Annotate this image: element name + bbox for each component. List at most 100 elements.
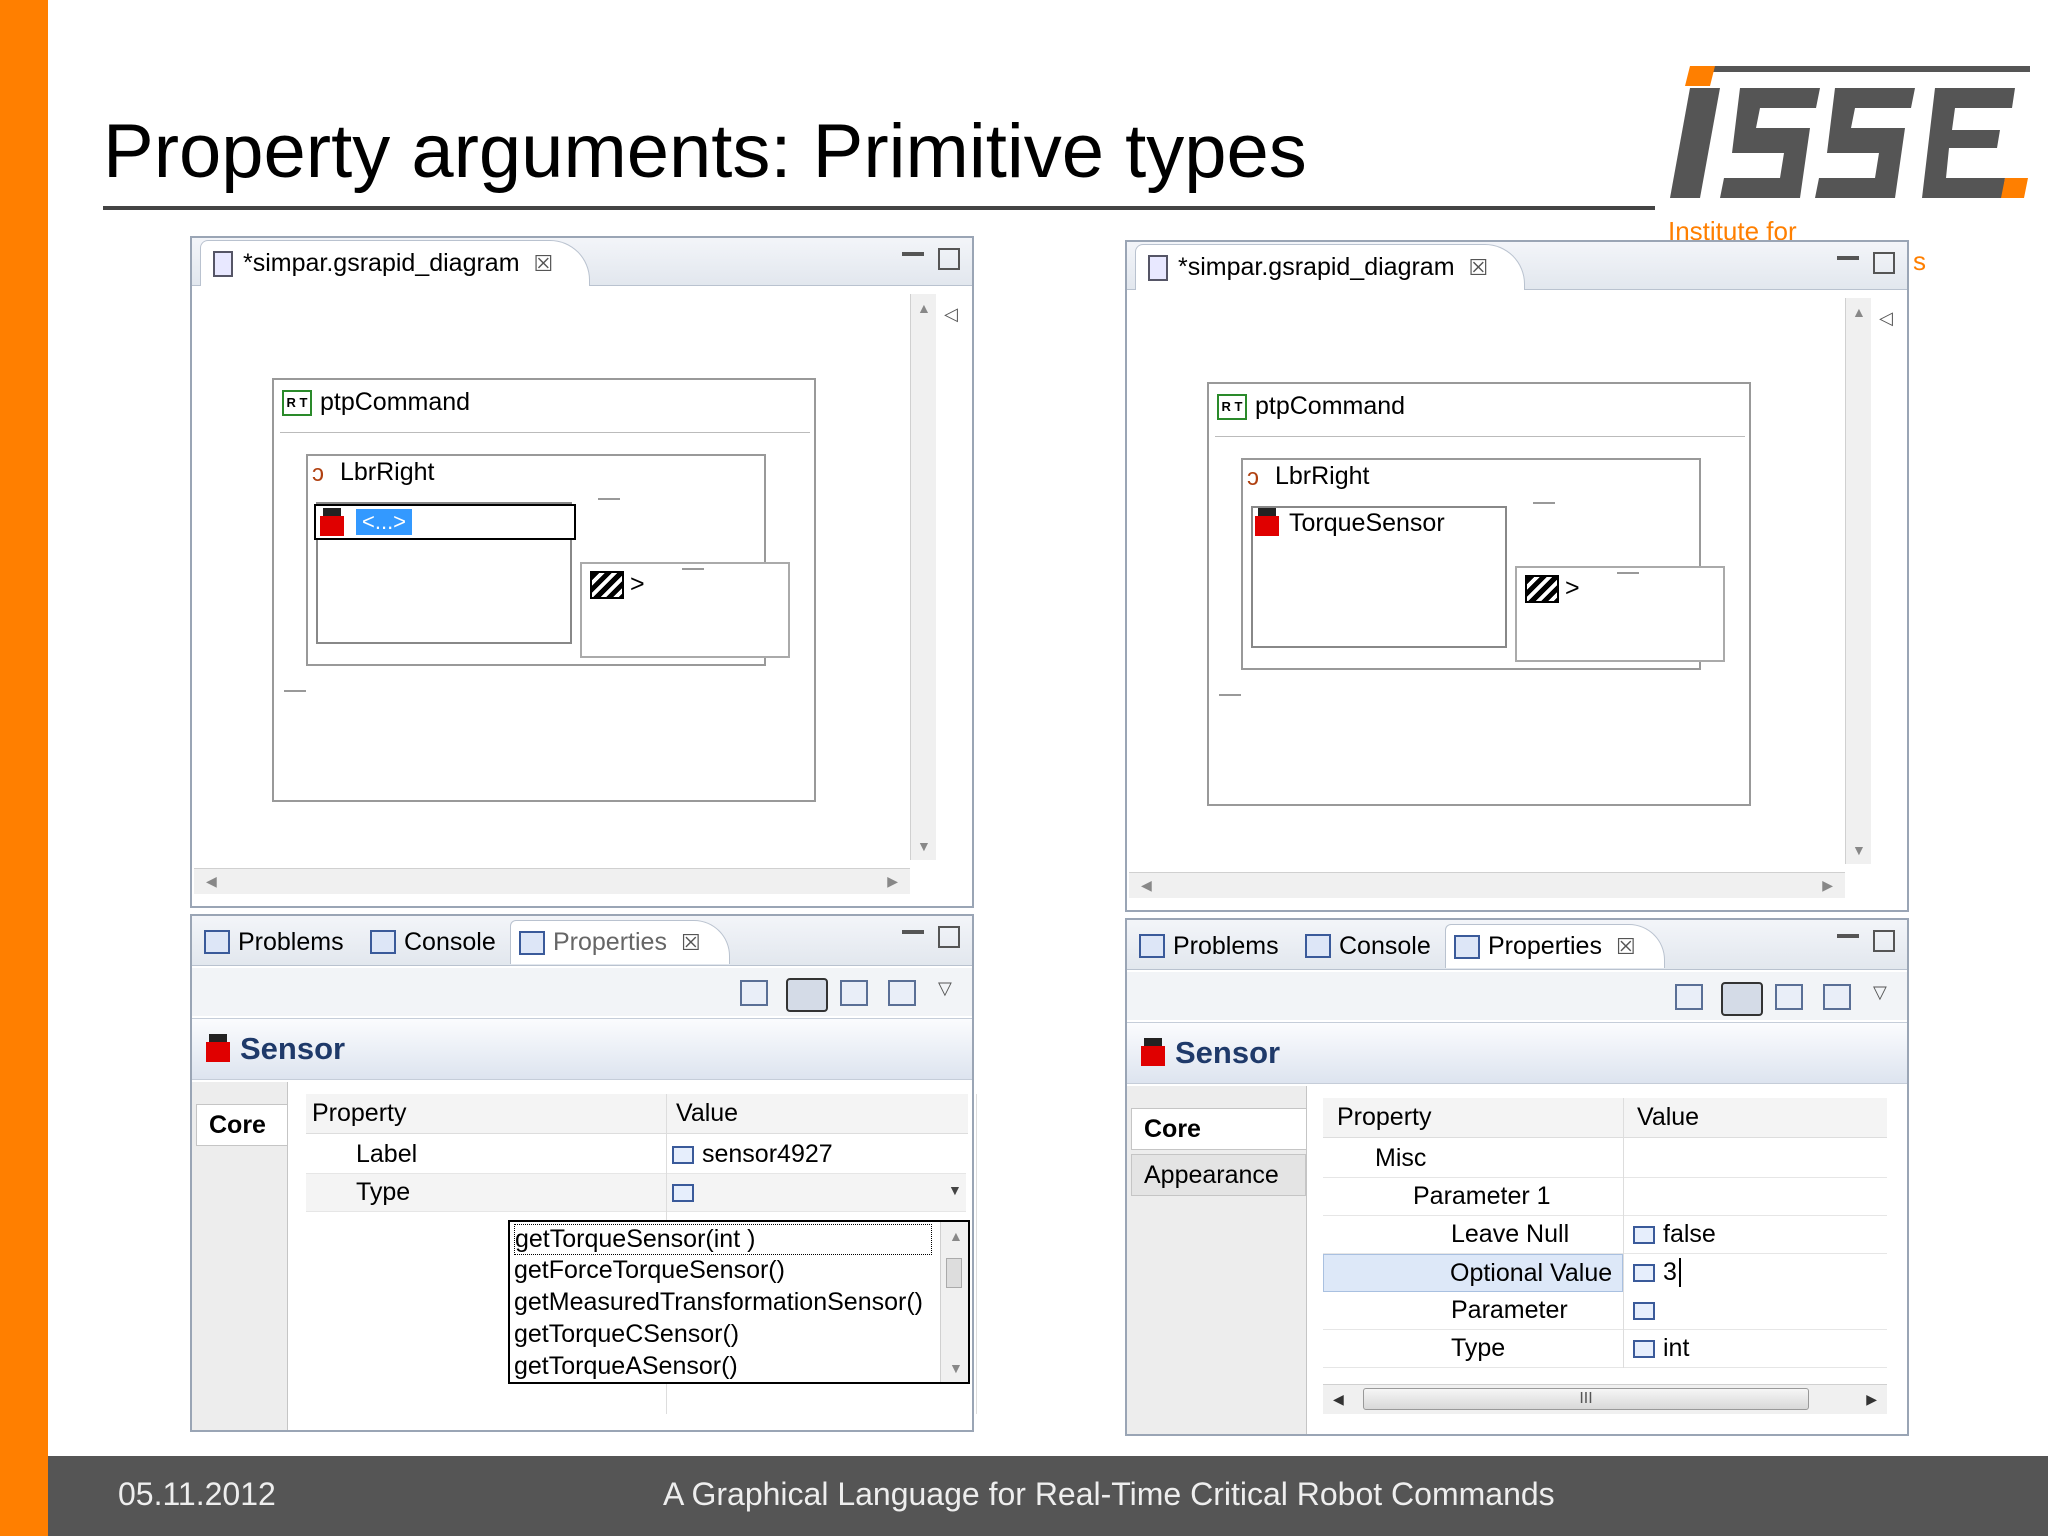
scroll-down-icon[interactable]: ▼: [949, 1360, 963, 1376]
lbr-right-label: ↄ LbrRight: [1247, 462, 1370, 491]
left-editor-vscroll[interactable]: ▲ ▼: [910, 294, 936, 860]
tab-console[interactable]: Console: [1297, 924, 1439, 968]
rt-icon: R T: [282, 389, 312, 416]
maximize-icon[interactable]: [938, 248, 960, 270]
dropdown-item[interactable]: getForceTorqueSensor(): [514, 1256, 785, 1285]
connector-dash: [598, 498, 620, 500]
left-editor-tabbar: *simpar.gsrapid_diagram ☒: [192, 238, 972, 286]
palette-collapse-icon[interactable]: ◁: [944, 304, 958, 325]
scroll-left-icon[interactable]: ◀: [1141, 877, 1152, 894]
maximize-icon[interactable]: [1873, 252, 1895, 274]
close-icon[interactable]: ☒: [1616, 934, 1636, 960]
scroll-up-icon[interactable]: ▲: [949, 1228, 963, 1244]
type-dropdown-list[interactable]: getTorqueSensor(int ) getForceTorqueSens…: [508, 1220, 970, 1384]
scroll-thumb[interactable]: [946, 1258, 962, 1288]
scroll-thumb[interactable]: III: [1363, 1388, 1809, 1410]
right-properties-header: Sensor: [1127, 1022, 1907, 1084]
pin-icon[interactable]: [1675, 984, 1703, 1010]
side-tab-appearance[interactable]: Appearance: [1131, 1154, 1306, 1196]
table-row[interactable]: Parameter 1: [1323, 1178, 1887, 1216]
ptp-command-node[interactable]: R T ptpCommand ↄ LbrRight <...> >: [272, 378, 816, 802]
scroll-right-icon[interactable]: ▶: [887, 873, 898, 890]
show-advanced-icon[interactable]: [1775, 984, 1803, 1010]
dropdown-item[interactable]: getTorqueASensor(): [514, 1352, 738, 1381]
dropdown-item[interactable]: getMeasuredTransformationSensor(): [514, 1288, 923, 1317]
properties-title: Sensor: [1139, 1035, 1280, 1071]
action-node[interactable]: >: [1515, 566, 1725, 662]
properties-hscroll[interactable]: ◀ III ▶: [1323, 1384, 1887, 1414]
scroll-up-icon[interactable]: ▲: [1852, 304, 1866, 320]
table-row[interactable]: Type ▼: [306, 1174, 966, 1212]
left-editor-hscroll[interactable]: ◀ ▶: [194, 868, 910, 894]
scroll-left-icon[interactable]: ◀: [206, 873, 217, 890]
side-tab-core[interactable]: Core: [1131, 1108, 1306, 1150]
right-editor-hscroll[interactable]: ◀ ▶: [1129, 872, 1845, 898]
view-menu-icon[interactable]: ▽: [1873, 982, 1887, 1003]
minimize-icon[interactable]: [902, 930, 924, 934]
pin-icon[interactable]: [740, 980, 768, 1006]
restore-default-icon[interactable]: [1823, 984, 1851, 1010]
dropdown-scrollbar[interactable]: ▲ ▼: [940, 1222, 968, 1382]
tab-console[interactable]: Console: [362, 920, 504, 964]
right-editor-vscroll[interactable]: ▲ ▼: [1845, 298, 1871, 864]
scroll-down-icon[interactable]: ▼: [917, 838, 931, 854]
scroll-right-icon[interactable]: ▶: [1866, 1391, 1877, 1408]
lbr-right-node[interactable]: ↄ LbrRight <...> >: [306, 454, 790, 666]
view-menu-icon[interactable]: ▽: [938, 978, 952, 999]
left-properties-sidebar: Core: [192, 1082, 288, 1430]
left-editor-tab[interactable]: *simpar.gsrapid_diagram ☒: [200, 240, 590, 286]
show-categories-icon[interactable]: [1721, 982, 1763, 1016]
table-row[interactable]: Type int: [1323, 1330, 1887, 1368]
scroll-up-icon[interactable]: ▲: [917, 300, 931, 316]
side-tab-core[interactable]: Core: [196, 1104, 287, 1146]
action-node[interactable]: >: [580, 562, 790, 658]
grid-header-value: Value: [1623, 1098, 1887, 1138]
connector-dash-3: [1219, 694, 1241, 696]
dropdown-item[interactable]: getTorqueCSensor(): [514, 1320, 739, 1349]
close-icon[interactable]: ☒: [681, 930, 701, 956]
torque-sensor-node[interactable]: TorqueSensor: [1251, 506, 1507, 648]
tab-properties[interactable]: Properties ☒: [510, 920, 730, 964]
table-row[interactable]: Misc: [1323, 1140, 1887, 1178]
lbr-right-node[interactable]: ↄ LbrRight TorqueSensor >: [1241, 458, 1725, 670]
close-icon[interactable]: ☒: [534, 251, 554, 277]
palette-collapse-icon[interactable]: ◁: [1879, 308, 1893, 329]
row-value[interactable]: [672, 1183, 702, 1202]
dropdown-item-selected[interactable]: getTorqueSensor(int ): [514, 1224, 932, 1255]
maximize-icon[interactable]: [938, 926, 960, 948]
sensor-edit-box[interactable]: <...>: [314, 504, 576, 540]
slide-title: Property arguments: Primitive types: [103, 109, 1307, 194]
table-row[interactable]: Label sensor4927: [306, 1136, 966, 1174]
scroll-down-icon[interactable]: ▼: [1852, 842, 1866, 858]
minimize-icon[interactable]: [902, 252, 924, 256]
minimize-icon[interactable]: [1837, 256, 1859, 260]
sensor-edit-text[interactable]: <...>: [356, 509, 413, 535]
scroll-right-icon[interactable]: ▶: [1822, 877, 1833, 894]
show-categories-icon[interactable]: [786, 978, 828, 1012]
table-row[interactable]: Leave Null false: [1323, 1216, 1887, 1254]
connector-dash: [1533, 502, 1555, 504]
table-row-selected[interactable]: Optional Value: [1323, 1254, 1623, 1292]
sensor-node[interactable]: <...>: [314, 502, 576, 644]
tab-properties[interactable]: Properties ☒: [1445, 924, 1665, 968]
scroll-left-icon[interactable]: ◀: [1333, 1391, 1344, 1408]
optional-value-editor[interactable]: 3: [1633, 1258, 1681, 1287]
text-value-icon: [1633, 1301, 1655, 1320]
restore-default-icon[interactable]: [888, 980, 916, 1006]
close-icon[interactable]: ☒: [1469, 255, 1489, 281]
properties-icon: [519, 930, 545, 955]
torque-sensor-label: TorqueSensor: [1253, 508, 1445, 538]
show-advanced-icon[interactable]: [840, 980, 868, 1006]
combo-arrow-icon[interactable]: ▼: [948, 1182, 962, 1198]
tab-problems[interactable]: Problems: [1131, 924, 1287, 968]
left-properties-header: Sensor: [192, 1018, 972, 1080]
table-row[interactable]: Parameter: [1323, 1292, 1887, 1330]
minimize-icon[interactable]: [1837, 934, 1859, 938]
right-editor-tab[interactable]: *simpar.gsrapid_diagram ☒: [1135, 244, 1525, 290]
ptp-command-node[interactable]: R T ptpCommand ↄ LbrRight TorqueSensor >: [1207, 382, 1751, 806]
grid-header-property: Property: [1323, 1098, 1623, 1138]
text-value-icon: [1633, 1263, 1655, 1282]
tab-problems[interactable]: Problems: [196, 920, 352, 964]
action-label: >: [590, 570, 645, 599]
maximize-icon[interactable]: [1873, 930, 1895, 952]
